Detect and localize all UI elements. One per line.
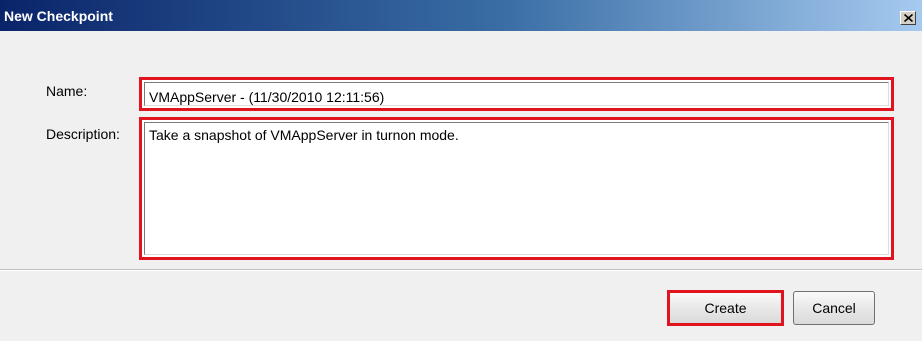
cancel-button[interactable]: Cancel [793,291,875,325]
name-input[interactable]: VMAppServer - (11/30/2010 12:11:56) [139,77,894,111]
close-button[interactable] [900,11,916,25]
new-checkpoint-dialog: New Checkpoint Name: VMAppServer - (11/3… [0,0,922,341]
create-button[interactable]: Create [667,290,784,326]
description-label: Description: [46,126,120,142]
description-textarea-value: Take a snapshot of VMAppServer in turnon… [149,127,459,143]
dialog-title: New Checkpoint [4,8,113,24]
name-label: Name: [46,83,88,99]
close-icon [904,14,913,22]
description-textarea[interactable]: Take a snapshot of VMAppServer in turnon… [139,117,894,260]
name-input-value: VMAppServer - (11/30/2010 12:11:56) [149,89,385,105]
button-bar: Create Cancel [0,271,922,341]
title-bar: New Checkpoint [0,0,922,31]
